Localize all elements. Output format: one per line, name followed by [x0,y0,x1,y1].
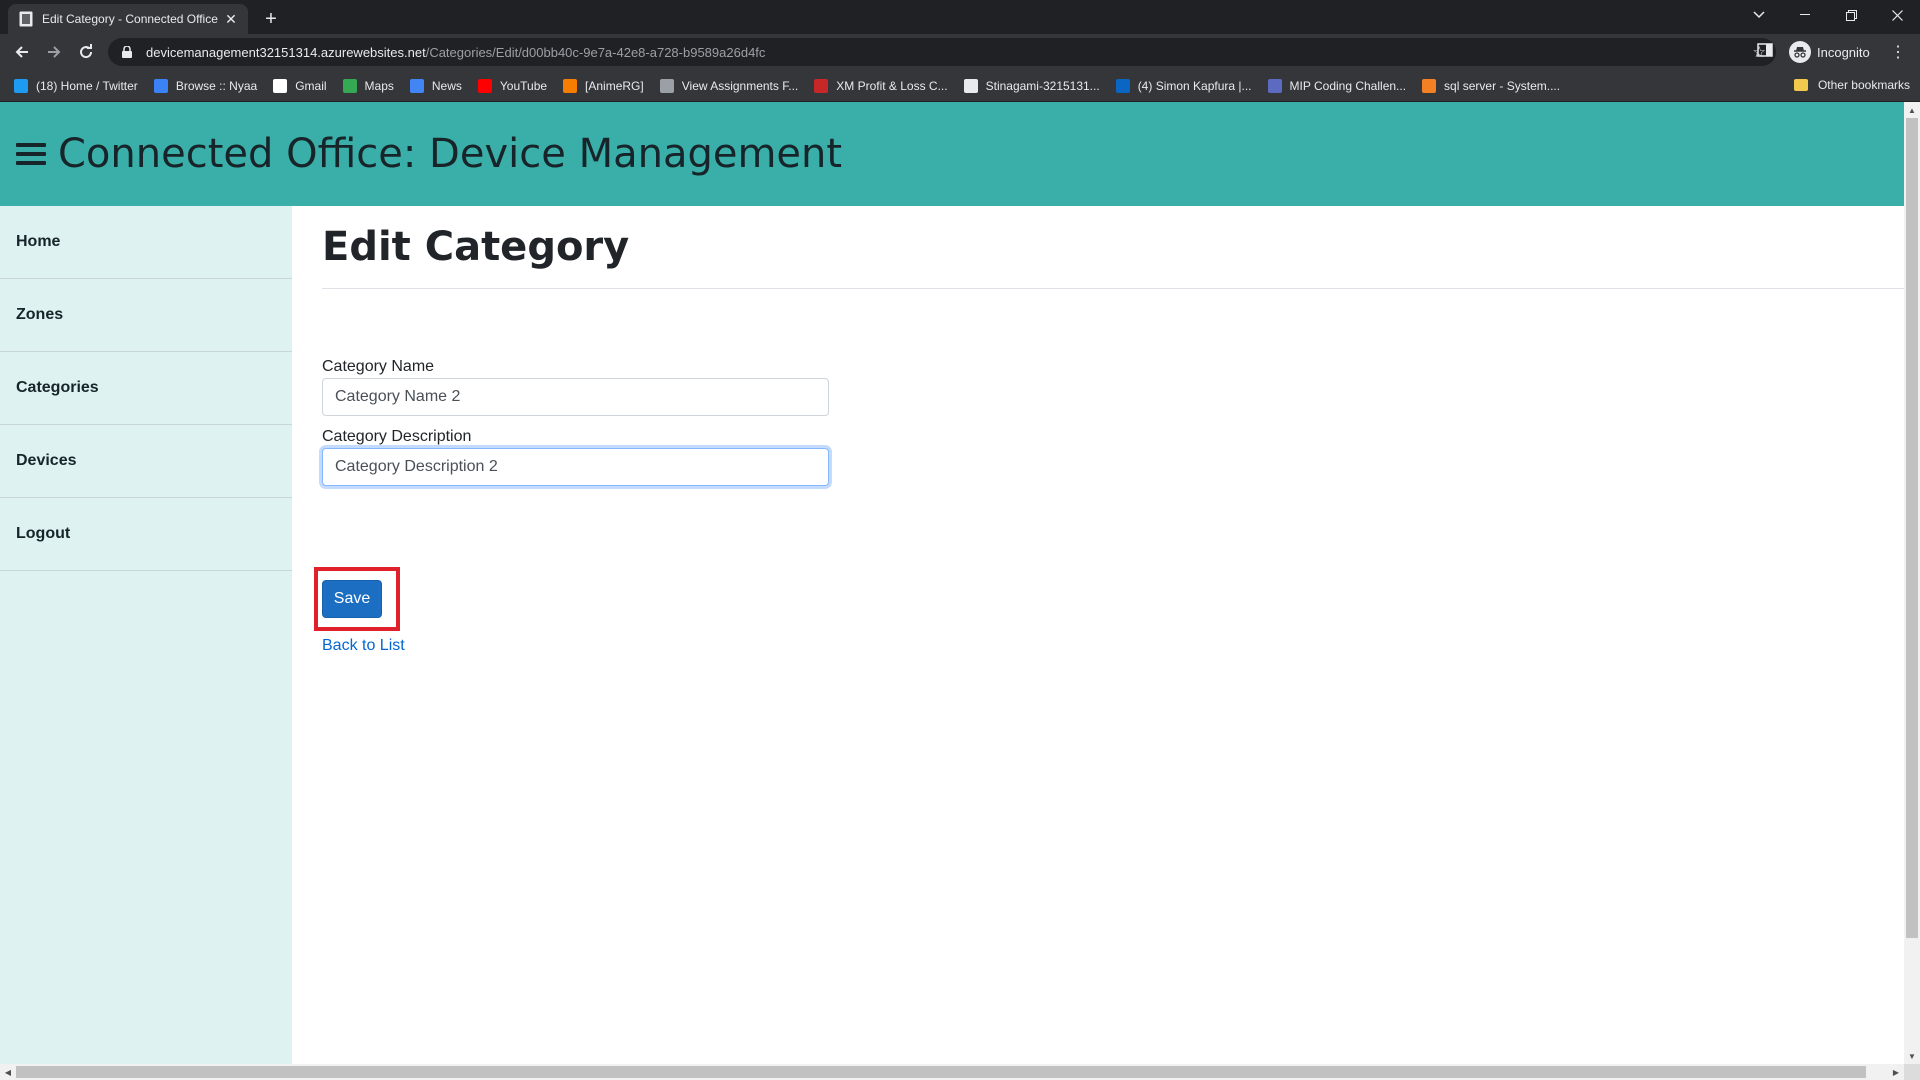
bookmark-item[interactable]: YouTube [477,78,548,93]
sidebar-item-devices[interactable]: Devices [0,425,292,498]
restore-icon[interactable] [1828,0,1874,30]
bookmark-label: Maps [364,78,394,93]
bookmark-item[interactable]: Stinagami-3215131... [963,78,1100,93]
more-menu-icon[interactable]: ⋮ [1888,40,1908,64]
hamburger-menu-icon[interactable] [16,143,46,165]
tab-search-icon[interactable] [1736,0,1782,30]
bookmark-label: Stinagami-3215131... [985,78,1100,93]
scroll-right-icon[interactable]: ▶ [1888,1064,1904,1080]
app-title: Connected Office: Device Management [58,131,843,177]
profile-incognito[interactable]: Incognito [1789,39,1870,65]
bookmark-label: Browse :: Nyaa [175,78,258,93]
bookmark-item[interactable]: sql server - System.... [1422,78,1561,93]
bookmark-label: sql server - System.... [1444,78,1561,93]
nyaa-icon [153,78,168,93]
lock-icon [122,46,136,58]
sidebar-item-zones[interactable]: Zones [0,279,292,352]
other-bookmarks-label: Other bookmarks [1817,78,1910,92]
horizontal-scrollbar[interactable]: ◀ ▶ [0,1064,1904,1080]
browser-toolbar: devicemanagement32151314.azurewebsites.n… [0,34,1920,70]
youtube-icon [477,78,492,93]
new-tab-button[interactable]: + [258,6,284,32]
bookmark-label: [AnimeRG] [585,78,644,93]
category-description-label: Category Description [322,428,472,445]
stackoverflow-icon [1422,78,1437,93]
back-arrow-icon[interactable] [8,38,36,66]
google-icon [273,78,288,93]
save-button[interactable]: Save [322,580,382,618]
browser-tab-active[interactable]: Edit Category - Connected Office ✕ [8,4,248,34]
bookmark-item[interactable]: (4) Simon Kapfura |... [1115,78,1252,93]
page-favicon-icon [18,11,34,27]
xm-icon [814,78,829,93]
bookmarks-bar: (18) Home / Twitter Browse :: Nyaa Gmail Ma… [0,70,1920,102]
bookmark-label: View Assignments F... [681,78,799,93]
bookmark-item[interactable]: MIP Coding Challen... [1267,78,1407,93]
bookmark-item[interactable]: News [409,78,462,93]
bookmark-label: Gmail [295,78,327,93]
scroll-down-icon[interactable]: ▼ [1904,1048,1920,1064]
bookmark-item[interactable]: View Assignments F... [659,78,799,93]
scroll-up-icon[interactable]: ▲ [1904,102,1920,118]
web-page: Connected Office: Device Management Home… [0,102,1904,1064]
linkedin-icon [1115,78,1130,93]
bookmark-item[interactable]: (18) Home / Twitter [14,78,138,93]
folder-icon [1793,79,1808,91]
bookmark-item[interactable]: Maps [342,78,394,93]
bookmark-label: (18) Home / Twitter [36,78,138,93]
globe-icon [659,78,674,93]
bookmark-label: News [431,78,462,93]
horizontal-scroll-thumb[interactable] [16,1066,1866,1078]
tab-close-icon[interactable]: ✕ [222,10,240,28]
category-description-input[interactable] [322,448,829,486]
app-header: Connected Office: Device Management [0,102,1904,206]
tab-title: Edit Category - Connected Office [42,12,218,26]
browser-tab-strip: Edit Category - Connected Office ✕ + [0,0,1920,34]
side-panel-icon[interactable] [1757,42,1777,62]
scrollbar-corner [1904,1064,1920,1080]
incognito-icon [1789,41,1811,63]
bookmark-item[interactable]: Gmail [273,78,327,93]
bookmark-item[interactable]: XM Profit & Loss C... [814,78,948,93]
sidebar-item-categories[interactable]: Categories [0,352,292,425]
back-to-list-link[interactable]: Back to List [322,637,405,655]
maps-icon [342,78,357,93]
category-name-input[interactable] [322,378,829,416]
vertical-scrollbar[interactable]: ▲ ▼ [1904,102,1920,1064]
title-divider [322,288,1904,289]
sidebar-item-home[interactable]: Home [0,206,292,279]
bookmark-item[interactable]: Browse :: Nyaa [153,78,258,93]
url-path: /Categories/Edit/d00bb40c-9e7a-42e8-a728… [425,44,766,60]
scroll-left-icon[interactable]: ◀ [0,1064,16,1080]
mip-icon [1267,78,1282,93]
sidebar-item-logout[interactable]: Logout [0,498,292,571]
other-bookmarks[interactable]: Other bookmarks [1793,78,1910,92]
bookmark-label: MIP Coding Challen... [1289,78,1407,93]
bookmark-label: YouTube [499,78,548,93]
main-content: Edit Category Category Name Category Des… [292,206,1904,1064]
address-bar[interactable]: devicemanagement32151314.azurewebsites.n… [108,38,1776,66]
minimize-icon[interactable] [1782,0,1828,30]
vertical-scroll-thumb[interactable] [1906,118,1918,938]
github-icon [963,78,978,93]
news-icon [409,78,424,93]
close-window-icon[interactable] [1874,0,1920,30]
page-title: Edit Category [322,224,630,270]
bookmark-item[interactable]: [AnimeRG] [563,78,644,93]
blogger-icon [563,78,578,93]
url-host: devicemanagement32151314.azurewebsites.n… [146,44,426,60]
forward-arrow-icon[interactable] [40,38,68,66]
profile-label: Incognito [1817,44,1870,60]
sidebar-nav: Home Zones Categories Devices Logout [0,206,292,1064]
category-name-label: Category Name [322,358,435,375]
twitter-icon [14,78,28,93]
bookmark-label: XM Profit & Loss C... [836,78,948,93]
bookmark-label: (4) Simon Kapfura |... [1137,78,1252,93]
reload-icon[interactable] [72,38,100,66]
